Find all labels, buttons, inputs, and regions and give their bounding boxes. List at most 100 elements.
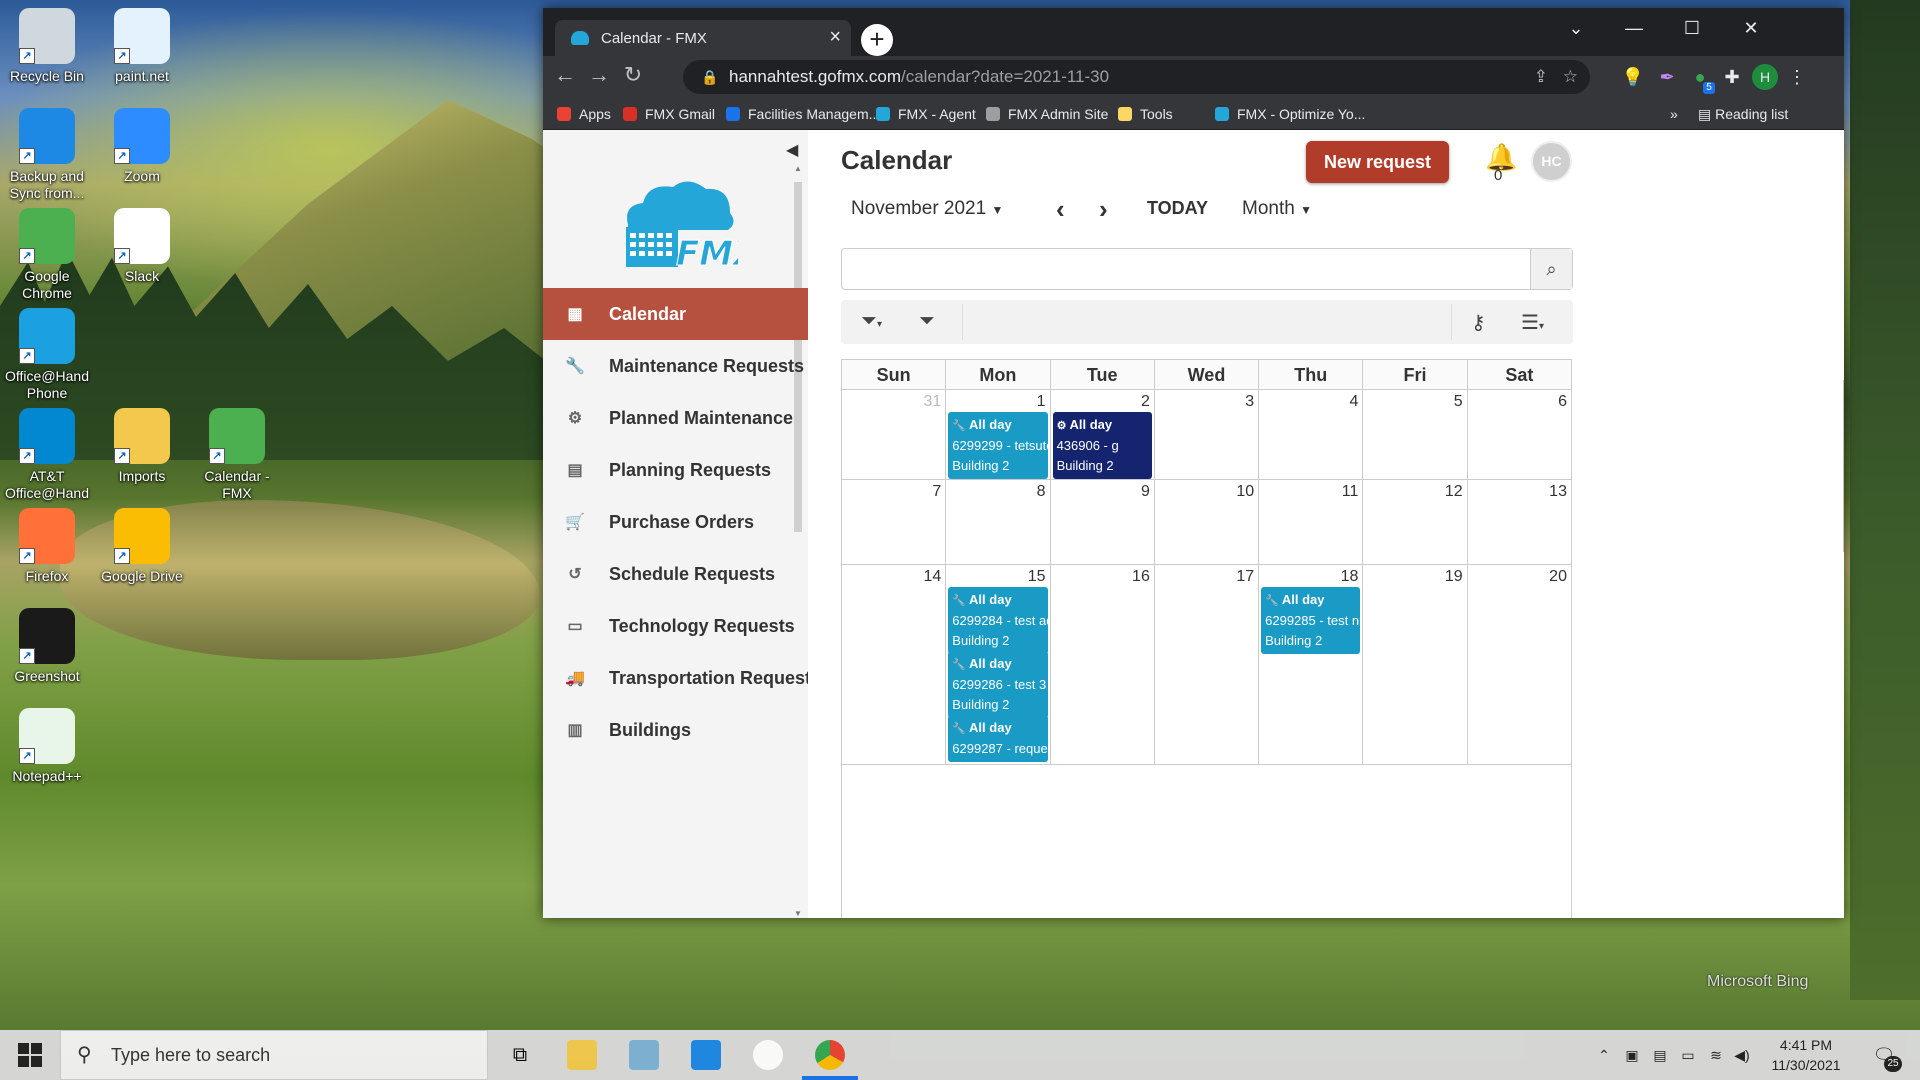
notifications-icon[interactable]: 🗨 25 [1864,1030,1904,1080]
sidebar-item-planned-maintenance[interactable]: ⚙ Planned Maintenance [543,392,833,444]
reload-icon[interactable]: ↻ [617,62,649,88]
tray-chevron-icon[interactable]: ⌃ [1592,1030,1616,1080]
month-dropdown[interactable]: November 2021 ▼ [851,198,1003,220]
new-request-button[interactable]: New request [1306,141,1449,183]
sidebar-item-purchase-orders[interactable]: 🛒 Purchase Orders [543,496,833,548]
today-button[interactable]: TODAY [1147,198,1208,219]
calendar-day[interactable]: 8 [946,480,1051,564]
task-view-icon[interactable]: ⧉ [505,1040,535,1070]
sidebar-item-technology-requests[interactable]: ▭ Technology Requests [543,600,833,652]
desktop-icon[interactable]: ↗ Google Chrome [2,202,92,302]
bookmark-item[interactable]: Tools [1118,106,1173,122]
desktop-icon[interactable]: ↗ paint.net [97,2,187,85]
calendar-day[interactable]: 1 🔧 All day 6299299 - tetsute Building 2 [946,390,1051,479]
forward-icon[interactable]: → [583,62,615,88]
tab-search-icon[interactable]: ⌄ [1547,8,1605,48]
calendar-event[interactable]: 🔧 All day 6299284 - test ad Building 2 [948,587,1048,654]
paintnet-taskbar-icon[interactable] [629,1040,659,1070]
view-dropdown[interactable]: Month ▼ [1242,198,1312,220]
calendar-day[interactable]: 18 🔧 All day 6299285 - test nu Building 2 [1259,565,1364,764]
sidebar-item-schedule-requests[interactable]: ↺ Schedule Requests [543,548,833,600]
sidebar-item-calendar[interactable]: ▦ Calendar [543,288,836,340]
calendar-day[interactable]: 2 ⚙ All day 436906 - g Building 2 [1051,390,1155,479]
lightbulb-extension-icon[interactable]: 💡 [1620,64,1646,90]
calendar-event[interactable]: 🔧 All day 6299286 - test 3 Building 2 [948,651,1048,718]
sliders-icon[interactable]: ☰▾ [1521,310,1544,335]
calendar-day[interactable]: 10 [1155,480,1260,564]
desktop-icon[interactable]: ↗ Greenshot [2,602,92,685]
calendar-event[interactable]: ⚙ All day 436906 - g Building 2 [1052,412,1152,479]
desktop-icon[interactable]: ↗ Zoom [97,102,187,185]
calendar-day[interactable]: 9 [1051,480,1155,564]
desktop-icon[interactable]: ↗ Recycle Bin [2,2,92,85]
search-icon[interactable]: ⌕ [1530,249,1572,289]
tab-calendar-fmx[interactable]: Calendar - FMX × [555,20,851,56]
sidebar-item-transportation-requests[interactable]: 🚚 Transportation Requests [543,652,833,704]
clock[interactable]: 4:41 PM 11/30/2021 [1764,1030,1848,1080]
back-icon[interactable]: ← [549,62,581,88]
battery-icon[interactable]: ▭ [1676,1030,1700,1080]
calendar-day[interactable]: 15 🔧 All day 6299284 - test ad Building 2 🔧 … [946,565,1051,764]
file-explorer-icon[interactable] [567,1040,597,1070]
calendar-event[interactable]: 🔧 All day 6299285 - test nu Building 2 [1261,587,1361,654]
windows-start-icon[interactable] [18,1043,42,1067]
chrome-menu-icon[interactable]: ⋮ [1784,64,1810,90]
extension-with-badge-icon[interactable]: ● 5 [1687,64,1715,94]
calendar-day[interactable]: 6 [1468,390,1571,479]
close-window-button[interactable]: ✕ [1721,8,1781,48]
calendar-day[interactable]: 13 [1468,480,1571,564]
calendar-day[interactable]: 5 [1363,390,1468,479]
desktop-icon[interactable]: ↗ AT&T Office@Hand [2,402,92,502]
reading-list-button[interactable]: ▤ Reading list [1698,106,1788,123]
bookmark-item[interactable]: Apps [557,106,611,122]
calendar-event[interactable]: 🔧 All day 6299287 - reques [948,715,1048,762]
bookmark-item[interactable]: FMX - Agent [876,106,976,122]
calendar-day[interactable]: 16 [1051,565,1155,764]
search-input[interactable] [848,249,1528,287]
bookmark-item[interactable]: FMX Admin Site [986,106,1108,122]
wifi-icon[interactable]: ≋ [1704,1030,1728,1080]
share-icon[interactable]: ⇪ [1534,60,1548,94]
calendar-day[interactable]: 11 [1259,480,1364,564]
desktop-icon[interactable]: ↗ Office@Hand Phone [2,302,92,402]
filter-icon[interactable]: ⏷ [919,310,935,333]
office-at-hand-taskbar-icon[interactable] [691,1040,721,1070]
address-bar[interactable]: 🔒 hannahtest.gofmx.com/calendar?date=202… [683,60,1590,94]
bookmark-item[interactable]: Facilities Managem... [726,106,880,122]
sidebar-item-buildings[interactable]: ▥ Buildings [543,704,833,756]
prev-month-icon[interactable]: ‹ [1056,194,1065,225]
tray-meet-icon[interactable]: ▣ [1620,1030,1644,1080]
calendar-day[interactable]: 3 [1155,390,1260,479]
desktop-icon[interactable]: ↗ Imports [97,402,187,485]
bookmark-item[interactable]: FMX - Optimize Yo... [1215,106,1365,122]
key-search-icon[interactable]: ⚷ [1471,310,1486,335]
calendar-day[interactable]: 12 [1363,480,1468,564]
new-tab-button[interactable]: + [861,24,893,56]
extensions-puzzle-icon[interactable]: ✚ [1719,64,1745,90]
chrome-taskbar-icon[interactable] [815,1040,845,1070]
desktop-icon[interactable]: ↗ Notepad++ [2,702,92,785]
bookmark-item[interactable]: FMX Gmail [623,106,715,122]
user-avatar[interactable]: HC [1531,141,1572,182]
maximize-button[interactable]: ☐ [1663,8,1721,48]
minimize-button[interactable]: — [1605,8,1663,48]
slack-taskbar-icon[interactable] [753,1040,783,1070]
calendar-day[interactable]: 17 [1155,565,1260,764]
filter-options-icon[interactable]: ⏷▾ [861,310,882,333]
calendar-day[interactable]: 19 [1363,565,1468,764]
next-month-icon[interactable]: › [1099,194,1108,225]
tray-device-icon[interactable]: ▤ [1648,1030,1672,1080]
feather-extension-icon[interactable]: ✒ [1654,64,1680,90]
calendar-day[interactable]: 4 [1259,390,1364,479]
desktop-icon[interactable]: ↗ Backup and Sync from... [2,102,92,202]
profile-avatar[interactable]: H [1752,64,1778,90]
calendar-day[interactable]: 14 [842,565,947,764]
desktop-icon[interactable]: ↗ Slack [97,202,187,285]
collapse-sidebar-icon[interactable]: ◀ [786,140,798,160]
fmx-logo[interactable]: FMX [618,175,762,275]
desktop-icon[interactable]: ↗ Firefox [2,502,92,585]
close-tab-icon[interactable]: × [829,26,841,49]
sidebar-item-maintenance-requests[interactable]: 🔧 Maintenance Requests [543,340,833,392]
main-scrollbar[interactable]: ▲ ▼ [1841,358,1844,918]
volume-icon[interactable]: ◀) [1730,1030,1754,1080]
